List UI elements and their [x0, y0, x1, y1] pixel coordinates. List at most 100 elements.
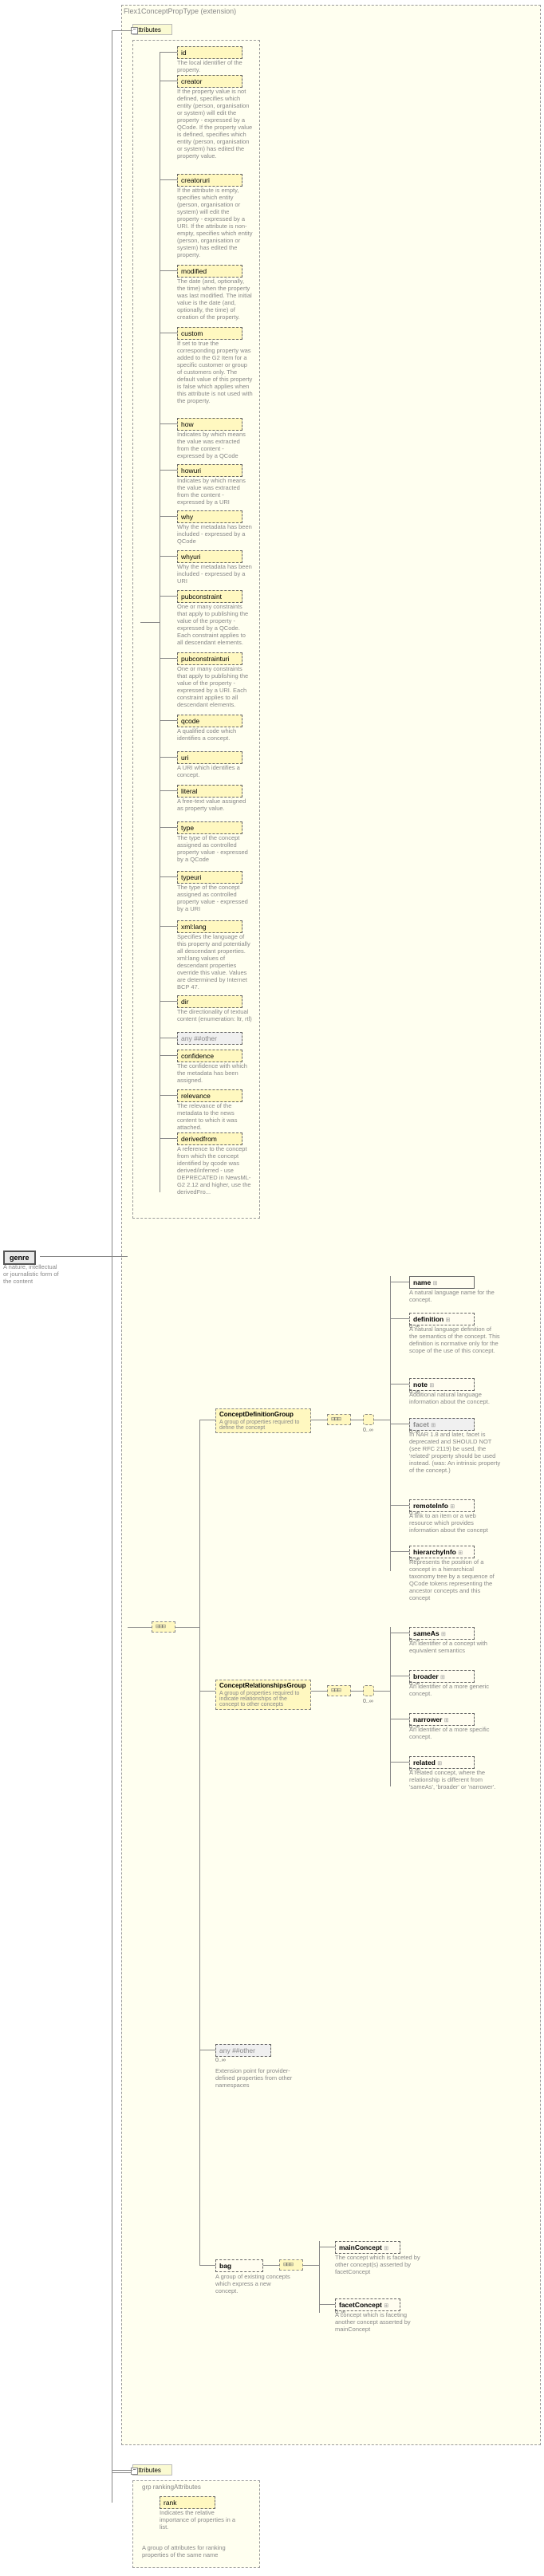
attr-pubconstrainturi: pubconstrainturi	[177, 652, 242, 665]
bag: bag	[215, 2259, 263, 2272]
choice	[363, 1685, 374, 1696]
attr-desc: The type of the concept assigned as cont…	[177, 834, 253, 863]
line	[351, 1691, 363, 1692]
line	[311, 1691, 327, 1692]
line	[160, 270, 177, 271]
seq	[327, 1685, 351, 1696]
attr-how: how	[177, 418, 242, 431]
line	[319, 2241, 320, 2313]
attr-desc: Indicates by which means the value was e…	[177, 431, 253, 459]
ranking-grp: grp rankingAttributes	[142, 2483, 201, 2491]
line	[140, 622, 160, 623]
line	[112, 30, 132, 31]
line	[263, 2265, 279, 2266]
seq	[279, 2259, 303, 2271]
line	[160, 179, 177, 180]
attr-desc: Why the metadata has been included - exp…	[177, 563, 253, 585]
line	[160, 556, 177, 557]
ext-title: Flex1ConceptPropType (extension)	[124, 7, 236, 15]
any-desc: Extension point for provider-defined pro…	[215, 2067, 295, 2089]
seq	[327, 1414, 351, 1425]
attr-desc: Specifies the language of this property …	[177, 933, 253, 991]
attr-desc: Why the metadata has been included - exp…	[177, 523, 253, 545]
attr-dir: dir	[177, 995, 242, 1008]
card: 0..∞	[215, 2058, 226, 2063]
line	[303, 2265, 319, 2266]
attr-desc: The local identifier of the property.	[177, 59, 253, 73]
attributes-top[interactable]: attributes	[132, 24, 172, 35]
card: 0..∞	[409, 1681, 425, 1687]
line	[112, 2472, 132, 2473]
attr-desc: A qualified code which identifies a conc…	[177, 727, 253, 742]
attr-whyuri: whyuri	[177, 550, 242, 563]
card: 0..∞	[409, 1557, 425, 1562]
attr-why: why	[177, 510, 242, 523]
attr-desc: If the attribute is empty, specifies whi…	[177, 187, 253, 258]
rank-attr: rank	[160, 2496, 215, 2509]
root-desc: A nature, intellectual or journalistic f…	[3, 1263, 59, 1285]
line	[40, 1256, 128, 1257]
line	[160, 516, 177, 517]
line	[112, 2470, 132, 2471]
choice	[363, 1414, 374, 1425]
child-desc: Represents the position of a concept in …	[409, 1558, 501, 1601]
line	[160, 1055, 177, 1056]
attr-id: id	[177, 46, 242, 59]
line	[160, 1138, 177, 1139]
line	[160, 1095, 177, 1096]
line	[160, 423, 177, 424]
line	[160, 720, 177, 721]
line	[160, 52, 177, 53]
card: 0..∞	[409, 1511, 425, 1516]
card: 0..∞	[363, 1428, 373, 1433]
attr-desc: Indicates by which means the value was e…	[177, 477, 253, 506]
attr-qcode: qcode	[177, 715, 242, 727]
card: 0..∞	[409, 1767, 425, 1773]
any-other: any ##other	[215, 2044, 271, 2057]
attr-any ##other: any ##other	[177, 1032, 242, 1045]
attr-desc: The confidence with which the metadata h…	[177, 1062, 253, 1084]
line	[160, 470, 177, 471]
attr-typeuri: typeuri	[177, 871, 242, 884]
card: 0..∞	[409, 1324, 425, 1329]
bag-mainConcept: mainConcept ⊞	[335, 2241, 400, 2254]
child-desc: In NAR 1.8 and later, facet is deprecate…	[409, 1431, 501, 1474]
attr-desc: If the property value is not defined, sp…	[177, 88, 253, 160]
child-name: name ⊞	[409, 1276, 475, 1289]
attr-desc: The relevance of the metadata to the new…	[177, 1102, 253, 1131]
attr-desc: The type of the concept assigned as cont…	[177, 884, 253, 912]
line	[128, 1627, 152, 1628]
line	[160, 658, 177, 659]
attr-desc: One or many constraints that apply to pu…	[177, 665, 253, 708]
attr-custom: custom	[177, 327, 242, 340]
attr-creator: creator	[177, 75, 242, 88]
attr-desc: A free-text value assigned as property v…	[177, 798, 253, 812]
attr-xml:lang: xml:lang	[177, 920, 242, 933]
attributes-bottom[interactable]: attributes	[132, 2464, 172, 2476]
line	[319, 2304, 335, 2305]
attr-howuri: howuri	[177, 464, 242, 477]
line	[199, 1420, 200, 2265]
attr-uri: uri	[177, 751, 242, 764]
child-desc: A natural language name for the concept.	[409, 1289, 501, 1303]
card: 0..∞	[335, 2310, 345, 2315]
line	[160, 757, 177, 758]
attr-desc: The directionality of textual content (e…	[177, 1008, 253, 1022]
line	[160, 1001, 177, 1002]
card: 0..∞	[409, 1389, 425, 1395]
attr-desc: If set to true the corresponding propert…	[177, 340, 253, 404]
line	[175, 1627, 199, 1628]
attr-modified: modified	[177, 265, 242, 278]
line	[390, 1627, 391, 1786]
attr-derivedfrom: derivedfrom	[177, 1132, 242, 1145]
attr-desc: One or many constraints that apply to pu…	[177, 603, 253, 646]
bag-child-desc: A concept which is faceting another conc…	[335, 2311, 423, 2333]
line	[160, 926, 177, 927]
attr-confidence: confidence	[177, 1050, 242, 1062]
line	[199, 1691, 215, 1692]
attr-pubconstraint: pubconstraint	[177, 590, 242, 603]
child-desc: A natural language definition of the sem…	[409, 1325, 501, 1354]
group-crel: ConceptRelationshipsGroupA group of prop…	[215, 1680, 311, 1710]
attr-literal: literal	[177, 785, 242, 798]
line	[390, 1551, 409, 1552]
